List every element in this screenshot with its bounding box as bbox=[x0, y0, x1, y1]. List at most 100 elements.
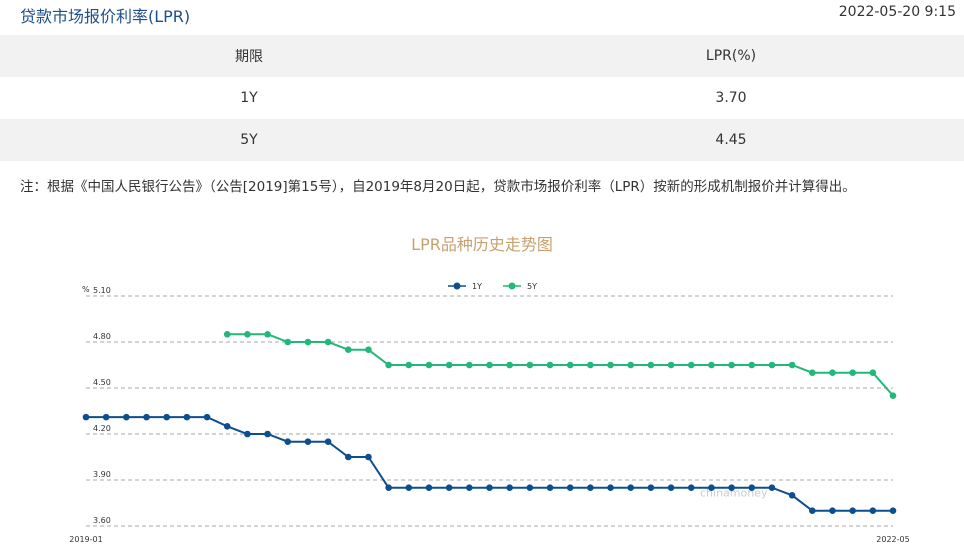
data-point bbox=[526, 361, 534, 369]
data-point bbox=[687, 361, 695, 369]
data-point bbox=[849, 507, 856, 514]
data-point bbox=[587, 484, 594, 491]
data-point bbox=[385, 361, 392, 369]
data-point bbox=[687, 484, 695, 491]
data-point bbox=[728, 484, 735, 491]
y-axis-unit: % bbox=[82, 285, 90, 294]
footnote: 注：根据《中国人民银行公告》（公告[2019]第15号），自2019年8月20日… bbox=[20, 179, 856, 195]
data-point bbox=[324, 438, 332, 445]
data-point bbox=[445, 361, 453, 369]
data-point bbox=[748, 484, 756, 491]
data-point bbox=[829, 369, 836, 376]
grid-lines bbox=[86, 295, 893, 527]
data-point bbox=[708, 361, 715, 369]
legend-item-1y[interactable]: 1Y bbox=[448, 282, 482, 291]
data-point bbox=[405, 361, 413, 369]
data-point bbox=[788, 492, 796, 499]
data-point bbox=[667, 484, 675, 491]
y-tick-label: 5.10 bbox=[93, 286, 111, 295]
data-point bbox=[123, 413, 130, 421]
data-point bbox=[405, 484, 413, 491]
data-point bbox=[506, 484, 513, 491]
legend-label: 1Y bbox=[472, 282, 482, 291]
data-point bbox=[526, 484, 534, 491]
data-point bbox=[587, 361, 594, 369]
axis-labels: 5.10 4.80 4.50 4.20 3.90 3.60% 2019-01 2022-05 bbox=[69, 285, 909, 544]
chart-title: LPR品种历史走势图 bbox=[411, 235, 553, 254]
y-tick-label: 3.90 bbox=[93, 470, 111, 479]
data-point bbox=[647, 484, 655, 491]
legend-label: 5Y bbox=[527, 282, 537, 291]
data-point bbox=[304, 438, 312, 445]
data-point bbox=[627, 484, 635, 491]
column-header-rate: LPR(%) bbox=[705, 48, 757, 64]
data-point bbox=[506, 361, 513, 369]
series-1y bbox=[82, 413, 897, 514]
lpr-history-chart: 5.104.804.504.203.903.60%2019-01 2022-05 … bbox=[69, 282, 909, 544]
data-point bbox=[466, 361, 473, 369]
data-point bbox=[849, 369, 856, 376]
series bbox=[82, 331, 897, 514]
data-point bbox=[344, 346, 352, 353]
data-point bbox=[566, 361, 574, 369]
timestamp: 2022-05-20 9:15 bbox=[838, 4, 956, 20]
data-point bbox=[466, 484, 473, 491]
legend-item-5y[interactable]: 5Y bbox=[503, 282, 537, 291]
data-point bbox=[445, 484, 453, 491]
data-point bbox=[869, 507, 877, 514]
data-point bbox=[809, 507, 816, 514]
data-point bbox=[344, 453, 352, 461]
data-point bbox=[223, 423, 231, 430]
data-point bbox=[425, 484, 433, 491]
data-point bbox=[264, 331, 271, 338]
data-point bbox=[627, 361, 635, 369]
data-point bbox=[768, 361, 776, 369]
data-point bbox=[566, 484, 574, 491]
page-title: 贷款市场报价利率(LPR) bbox=[20, 7, 191, 26]
legend[interactable]: 1Y 5Y bbox=[448, 282, 537, 291]
data-point bbox=[607, 484, 614, 491]
header: 贷款市场报价利率(LPR) 2022-05-20 9:15 bbox=[0, 0, 964, 30]
data-point bbox=[788, 361, 796, 369]
data-point bbox=[385, 484, 392, 491]
data-point bbox=[244, 430, 251, 438]
data-point bbox=[425, 361, 433, 369]
data-point bbox=[365, 453, 372, 461]
y-tick-label: 3.60 bbox=[93, 516, 111, 525]
data-point bbox=[748, 361, 756, 369]
table-header-row: 期限 LPR(%) bbox=[0, 35, 964, 77]
data-point bbox=[163, 413, 170, 421]
data-point bbox=[244, 331, 251, 338]
series-5y bbox=[223, 331, 897, 399]
data-point bbox=[667, 361, 675, 369]
data-point bbox=[546, 361, 554, 369]
legend-marker bbox=[508, 282, 516, 290]
x-tick-label: 2019-01 bbox=[69, 535, 102, 544]
data-point bbox=[102, 413, 110, 421]
cell-term: 1Y bbox=[240, 90, 258, 106]
data-point bbox=[809, 369, 816, 376]
data-point bbox=[486, 484, 493, 491]
data-point bbox=[223, 331, 231, 338]
data-point bbox=[203, 413, 211, 421]
legend-marker bbox=[453, 282, 461, 290]
data-point bbox=[304, 338, 312, 346]
cell-term: 5Y bbox=[240, 132, 258, 148]
data-point bbox=[607, 361, 614, 369]
data-point bbox=[869, 369, 877, 376]
data-point bbox=[728, 361, 735, 369]
table-row: 1Y 3.70 bbox=[0, 77, 964, 119]
data-point bbox=[829, 507, 836, 514]
data-point bbox=[143, 413, 150, 421]
data-point bbox=[889, 507, 897, 514]
data-point bbox=[647, 361, 655, 369]
table-row: 5Y 4.45 bbox=[0, 119, 964, 161]
data-point bbox=[183, 413, 191, 421]
x-tick-label: 2022-05 bbox=[876, 535, 909, 544]
column-header-term: 期限 bbox=[235, 49, 263, 65]
y-tick-label: 4.80 bbox=[93, 332, 111, 341]
data-point bbox=[82, 413, 90, 421]
data-point bbox=[284, 438, 292, 445]
y-tick-label: 4.20 bbox=[93, 424, 111, 433]
data-point bbox=[365, 346, 372, 353]
